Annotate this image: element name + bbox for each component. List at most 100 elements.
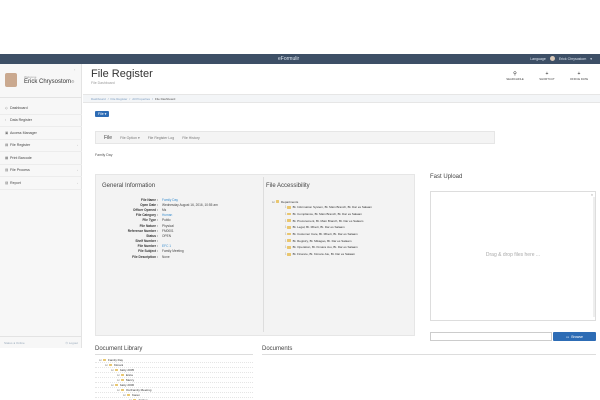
language-menu[interactable]: Language [530,57,546,61]
sidebar-item-report[interactable]: ▨ Report ‹ [0,177,82,190]
info-key: Officer Opened : [133,207,158,212]
collapse-icon[interactable]: ⊟ [117,388,120,392]
file-dropzone[interactable]: × Drag & drop files here ... [430,191,596,321]
tree-item-label: Bt. Operation, Bt. Kimara Juu, Bt. Dar e… [292,245,358,250]
searchfile-button[interactable]: ⚲ SEARCHFILE [504,71,526,81]
documents-divider [262,354,596,355]
dropzone-message: Drag & drop files here ... [485,252,541,258]
page-title: File Register [91,68,153,80]
breadcrumb-link[interactable]: Dashboard [91,97,106,101]
user-avatar-small[interactable] [549,56,555,61]
sidebar-item-label: File Register [10,143,31,148]
tree-item[interactable]: └ Bt. Registry, Bt. Mikagao, Bt. Dar es S… [272,237,412,244]
collapse-icon[interactable]: ⊟ [111,368,114,372]
collapse-icon[interactable]: ⊟ [111,383,114,387]
tab-file-option[interactable]: File Option ▾ [120,136,140,140]
breadcrumb-separator: / [152,96,153,101]
tree-connector: └ [284,212,287,217]
tree-root-label: Departments [281,199,299,204]
breadcrumb-link[interactable]: All Properties [132,97,150,101]
file-tabbar: File File Option ▾ File Register Log File … [95,131,495,144]
sidebar-item-label: Data Register [10,118,32,123]
tree-connector: └ [284,238,287,243]
info-key: Status : [146,233,158,238]
document-library-title: Document Library [95,346,143,352]
list-item-label: batty 2006 [120,383,135,387]
tree-item[interactable]: └ Bt. Information System, Bt. Main Branch… [272,204,412,211]
folder-icon [287,212,291,216]
sidebar-footer: Status ● Online ⏻ Logout [0,336,82,348]
info-value[interactable]: Family Day [162,198,178,202]
tree-item[interactable]: └ Bt. Compliance, Bt. Main Branch, Bt. Da… [272,211,412,218]
folder-icon [275,200,280,203]
browse-label: Browse [571,334,583,339]
upload-file-input[interactable] [430,332,552,341]
sidebar-item-dashboard[interactable]: ◇ Dashboard [0,102,82,115]
sidebar-nav: ◇ Dashboard ▫ Data Register ▣ Access Manager ▤… [0,102,82,190]
breadcrumb-current: File Dashboard [154,96,176,101]
info-value: Wednesday August 16, 2016, 10:55 am [162,202,218,207]
sidebar-item-file-register[interactable]: ▤ File Register ‹ [0,140,82,152]
tab-file-history[interactable]: File History [182,136,200,140]
tree-connector: └ [284,252,287,257]
info-key: File Name : [140,197,158,202]
office-date-button[interactable]: + OFFICE DATE [568,71,590,81]
file-accessibility-title: File Accessibility [266,183,310,189]
tree-connector: └ [284,245,287,250]
info-key: Open Date : [140,202,158,207]
folder-icon [287,219,291,223]
list-item-label: Karen [132,393,141,397]
collapse-icon[interactable]: ⊟ [272,200,275,204]
tab-file[interactable]: File [104,135,112,141]
info-value[interactable]: EFC 1 [162,244,171,248]
sidebar-item-print-barcode[interactable]: ▦ Print Barcode [0,152,82,165]
breadcrumb-separator: / [107,96,109,101]
settings-menu-icon[interactable]: ▾ [590,57,592,61]
shortcut-button[interactable]: + SHORTCUT [536,71,558,81]
info-key: File Nature : [139,223,158,228]
profile-panel: ‹ Welcome Erick Chrysostom ⚙ [0,64,82,98]
app-title: eFormulir [278,56,300,62]
file-dropdown-button[interactable]: File ▾ [95,111,110,117]
sidebar-item-file-process[interactable]: ▧ File Process ‹ [0,165,82,177]
sidebar-item-access-manager[interactable]: ▣ Access Manager [0,127,82,140]
tree-item[interactable]: └ Bt. Legal, Bt. Mbezi, Bt. Dar es Salaam [272,224,412,231]
logout-link[interactable]: ⏻ Logout [66,341,78,345]
folder-icon [108,363,113,367]
folder-icon [287,239,291,243]
tree-item-label: Bt. Procurement, Bt. Main Branch, Bt. Da… [292,218,364,223]
breadcrumb-link[interactable]: File Register [111,97,128,101]
tree-item-label: Bt. Customer Care, Bt. Mbezi, Bt. Dar es… [292,232,358,237]
info-key: Reference Number : [127,228,158,233]
gear-icon[interactable]: ⚙ [71,79,75,84]
browse-button[interactable]: ▭ Browse [553,332,596,341]
folder-icon [287,246,291,249]
list-item-label: batty 2005 [120,368,135,372]
info-key: File Category : [135,213,158,218]
collapse-icon[interactable]: ⊟ [99,358,102,362]
topbar-user-name[interactable]: Erick Chrysostom [559,57,586,61]
header-action-label: OFFICE DATE [569,77,589,81]
tab-file-register-log[interactable]: File Register Log [148,136,174,140]
info-value: Physical [162,223,174,228]
info-value: Public [162,218,171,223]
tree-item[interactable]: └ Bt. Finance, Bt. Kimara Juu, Bt. Dar es… [272,251,412,258]
collapse-icon[interactable]: ⊟ [117,378,120,382]
collapse-icon[interactable]: ⊟ [117,373,120,377]
folder-icon [120,373,125,377]
sidebar-collapse-icon[interactable]: ‹ [74,67,75,72]
info-value[interactable]: Human [162,213,172,217]
sidebar-item-label: Print Barcode [10,155,32,160]
tree-item[interactable]: └ Bt. Operation, Bt. Kimara Juu, Bt. Dar … [272,244,412,251]
context-label: Family Day [95,153,113,157]
tree-item[interactable]: └ Bt. Customer Care, Bt. Mbezi, Bt. Dar e… [272,231,412,238]
folder-icon [126,393,131,397]
collapse-icon[interactable]: ⊟ [105,363,108,367]
sidebar-item-label: Report [10,180,21,185]
collapse-icon[interactable]: ⊟ [123,393,126,397]
sidebar-item-data-register[interactable]: ▫ Data Register [0,115,82,127]
folder-icon [120,378,125,382]
tree-item[interactable]: └ Bt. Procurement, Bt. Main Branch, Bt. D… [272,217,412,224]
page-subtitle: File Dashboard [91,81,115,85]
list-item-label: Erica [126,373,133,377]
